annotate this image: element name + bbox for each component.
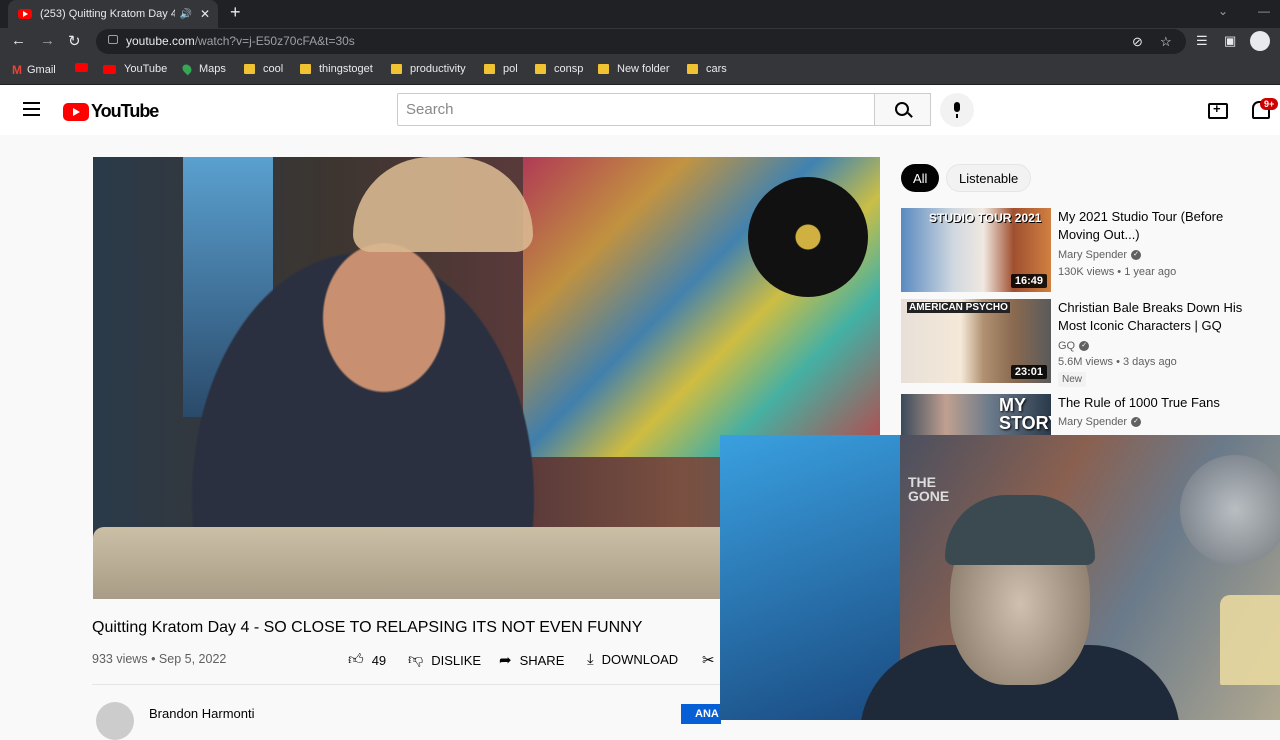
address-bar[interactable]: youtube.com/watch?v=j-E50z70cFA&t=30s ⊘ … bbox=[96, 29, 1186, 54]
divider bbox=[92, 684, 720, 685]
bookmark-productivity[interactable]: productivity bbox=[391, 63, 466, 75]
webcam-overlay: THE GONE bbox=[720, 435, 1280, 720]
youtube-icon bbox=[103, 64, 116, 74]
bookmark-thingstoget[interactable]: thingstoget bbox=[300, 63, 373, 75]
related-stats: 5.6M views • 3 days ago bbox=[1058, 356, 1177, 368]
related-title: Christian Bale Breaks Down His Most Icon… bbox=[1058, 300, 1243, 333]
related-video[interactable]: AMERICAN PSYCHO 23:01 Christian Bale Bre… bbox=[901, 299, 1271, 389]
thumbs-down-icon: 👎︎ bbox=[408, 651, 424, 668]
dislike-button[interactable]: 👎︎ DISLIKE bbox=[408, 651, 481, 669]
bookmark-cool[interactable]: cool bbox=[244, 63, 283, 75]
youtube-favicon-icon bbox=[18, 9, 32, 19]
bookmark-star-icon[interactable]: ☆ bbox=[1160, 34, 1172, 50]
bookmark-gmail[interactable]: M Gmail bbox=[12, 63, 56, 77]
bookmarks-bar: M Gmail YouTube Maps cool thingstoget pro… bbox=[0, 56, 1280, 85]
bookmark-maps[interactable]: Maps bbox=[180, 62, 226, 76]
subscribe-button[interactable]: ANA bbox=[681, 704, 721, 724]
related-video[interactable]: STUDIO TOUR 2021 16:49 My 2021 Studio To… bbox=[901, 208, 1271, 298]
search-input[interactable] bbox=[397, 93, 875, 126]
related-title: The Rule of 1000 True Fans bbox=[1058, 395, 1220, 410]
side-panel-icon[interactable]: ▣ bbox=[1224, 33, 1236, 49]
forward-icon[interactable]: → bbox=[40, 32, 55, 49]
video-thumbnail[interactable]: STUDIO TOUR 2021 16:49 bbox=[901, 208, 1051, 292]
related-channel: Mary Spender ✓ bbox=[1058, 416, 1142, 428]
mic-icon bbox=[954, 102, 960, 112]
tab-title: (253) Quitting Kratom Day 4 bbox=[40, 8, 176, 20]
youtube-logo[interactable]: YouTube bbox=[63, 101, 159, 122]
search-button[interactable] bbox=[875, 93, 931, 126]
browser-tab-active[interactable]: (253) Quitting Kratom Day 4 🔊 ✕ bbox=[8, 0, 218, 28]
youtube-icon bbox=[75, 63, 88, 72]
bookmark-pol[interactable]: pol bbox=[484, 63, 518, 75]
related-video[interactable]: MY STORY The Rule of 1000 True Fans Mary… bbox=[901, 394, 1271, 435]
notification-count-badge: 9+ bbox=[1260, 98, 1279, 110]
youtube-play-icon bbox=[63, 102, 89, 121]
url-text: youtube.com/watch?v=j-E50z70cFA&t=30s bbox=[126, 34, 355, 48]
webcam-poster-text: THE GONE bbox=[908, 474, 950, 504]
maps-icon bbox=[180, 62, 194, 76]
video-thumbnail[interactable]: AMERICAN PSYCHO 23:01 bbox=[901, 299, 1051, 383]
menu-icon[interactable] bbox=[23, 102, 40, 116]
gmail-icon: M bbox=[12, 63, 22, 77]
duration-badge: 16:49 bbox=[1010, 274, 1047, 288]
verified-icon: ✓ bbox=[1131, 250, 1142, 261]
share-button[interactable]: ➦ SHARE bbox=[499, 651, 564, 669]
folder-icon bbox=[484, 64, 495, 74]
chip-listenable[interactable]: Listenable bbox=[946, 164, 1032, 192]
eye-off-icon[interactable]: ⊘ bbox=[1132, 34, 1143, 50]
like-button[interactable]: 👍︎ 49 bbox=[348, 651, 386, 669]
folder-icon bbox=[535, 64, 546, 74]
new-badge: New bbox=[1058, 372, 1087, 387]
related-stats: 130K views • 1 year ago bbox=[1058, 266, 1177, 278]
channel-avatar[interactable] bbox=[96, 702, 134, 740]
bookmark-youtube-icon-only[interactable] bbox=[75, 63, 96, 72]
video-title: Quitting Kratom Day 4 - SO CLOSE TO RELA… bbox=[92, 619, 643, 636]
folder-icon bbox=[687, 64, 698, 74]
video-thumbnail[interactable]: MY STORY bbox=[901, 394, 1051, 435]
share-icon: ➦ bbox=[499, 652, 512, 669]
tab-search-chevron-icon[interactable]: ⌄ bbox=[1218, 4, 1228, 18]
browser-tab-strip: (253) Quitting Kratom Day 4 🔊 ✕ + ⌄ — bbox=[0, 0, 1280, 28]
browser-toolbar: ← → ↻ youtube.com/watch?v=j-E50z70cFA&t=… bbox=[0, 28, 1280, 56]
back-icon[interactable]: ← bbox=[11, 32, 26, 49]
duration-badge: 23:01 bbox=[1010, 365, 1047, 379]
download-icon: ⤓ bbox=[587, 651, 594, 668]
youtube-header: YouTube 9+ bbox=[0, 85, 1280, 135]
bookmark-new-folder[interactable]: New folder bbox=[598, 63, 670, 75]
create-video-icon[interactable] bbox=[1208, 101, 1228, 119]
new-tab-icon[interactable]: + bbox=[230, 2, 241, 23]
folder-icon bbox=[300, 64, 311, 74]
scissors-icon: ✂ bbox=[702, 652, 715, 669]
minimize-icon[interactable]: — bbox=[1258, 4, 1270, 18]
close-tab-icon[interactable]: ✕ bbox=[200, 7, 210, 21]
download-button[interactable]: ⤓ DOWNLOAD bbox=[587, 651, 678, 668]
bookmark-youtube[interactable]: YouTube bbox=[103, 63, 167, 75]
thumbs-up-icon: 👍︎ bbox=[348, 651, 364, 668]
chip-all[interactable]: All bbox=[901, 164, 940, 192]
verified-icon: ✓ bbox=[1131, 417, 1142, 428]
reload-icon[interactable]: ↻ bbox=[68, 32, 81, 50]
bookmark-cars[interactable]: cars bbox=[687, 63, 727, 75]
related-channel: Mary Spender ✓ bbox=[1058, 249, 1142, 261]
related-title: My 2021 Studio Tour (Before Moving Out..… bbox=[1058, 209, 1224, 242]
folder-icon bbox=[244, 64, 255, 74]
channel-name[interactable]: Brandon Harmonti bbox=[149, 706, 255, 721]
youtube-logo-text: YouTube bbox=[91, 101, 159, 121]
vinyl-record-image bbox=[748, 177, 868, 297]
media-control-icon[interactable]: ☰ bbox=[1196, 33, 1208, 49]
lamp-image bbox=[1220, 595, 1280, 685]
voice-search-button[interactable] bbox=[940, 93, 974, 127]
profile-avatar[interactable] bbox=[1250, 31, 1270, 51]
speaker-icon[interactable]: 🔊 bbox=[179, 9, 191, 20]
video-meta: 933 views • Sep 5, 2022 bbox=[92, 652, 227, 666]
search-icon bbox=[895, 102, 909, 116]
related-channel: GQ ✓ bbox=[1058, 340, 1090, 352]
folder-icon bbox=[391, 64, 402, 74]
verified-icon: ✓ bbox=[1079, 341, 1090, 352]
lock-icon bbox=[108, 35, 118, 44]
folder-icon bbox=[598, 64, 609, 74]
bookmark-consp[interactable]: consp bbox=[535, 63, 583, 75]
